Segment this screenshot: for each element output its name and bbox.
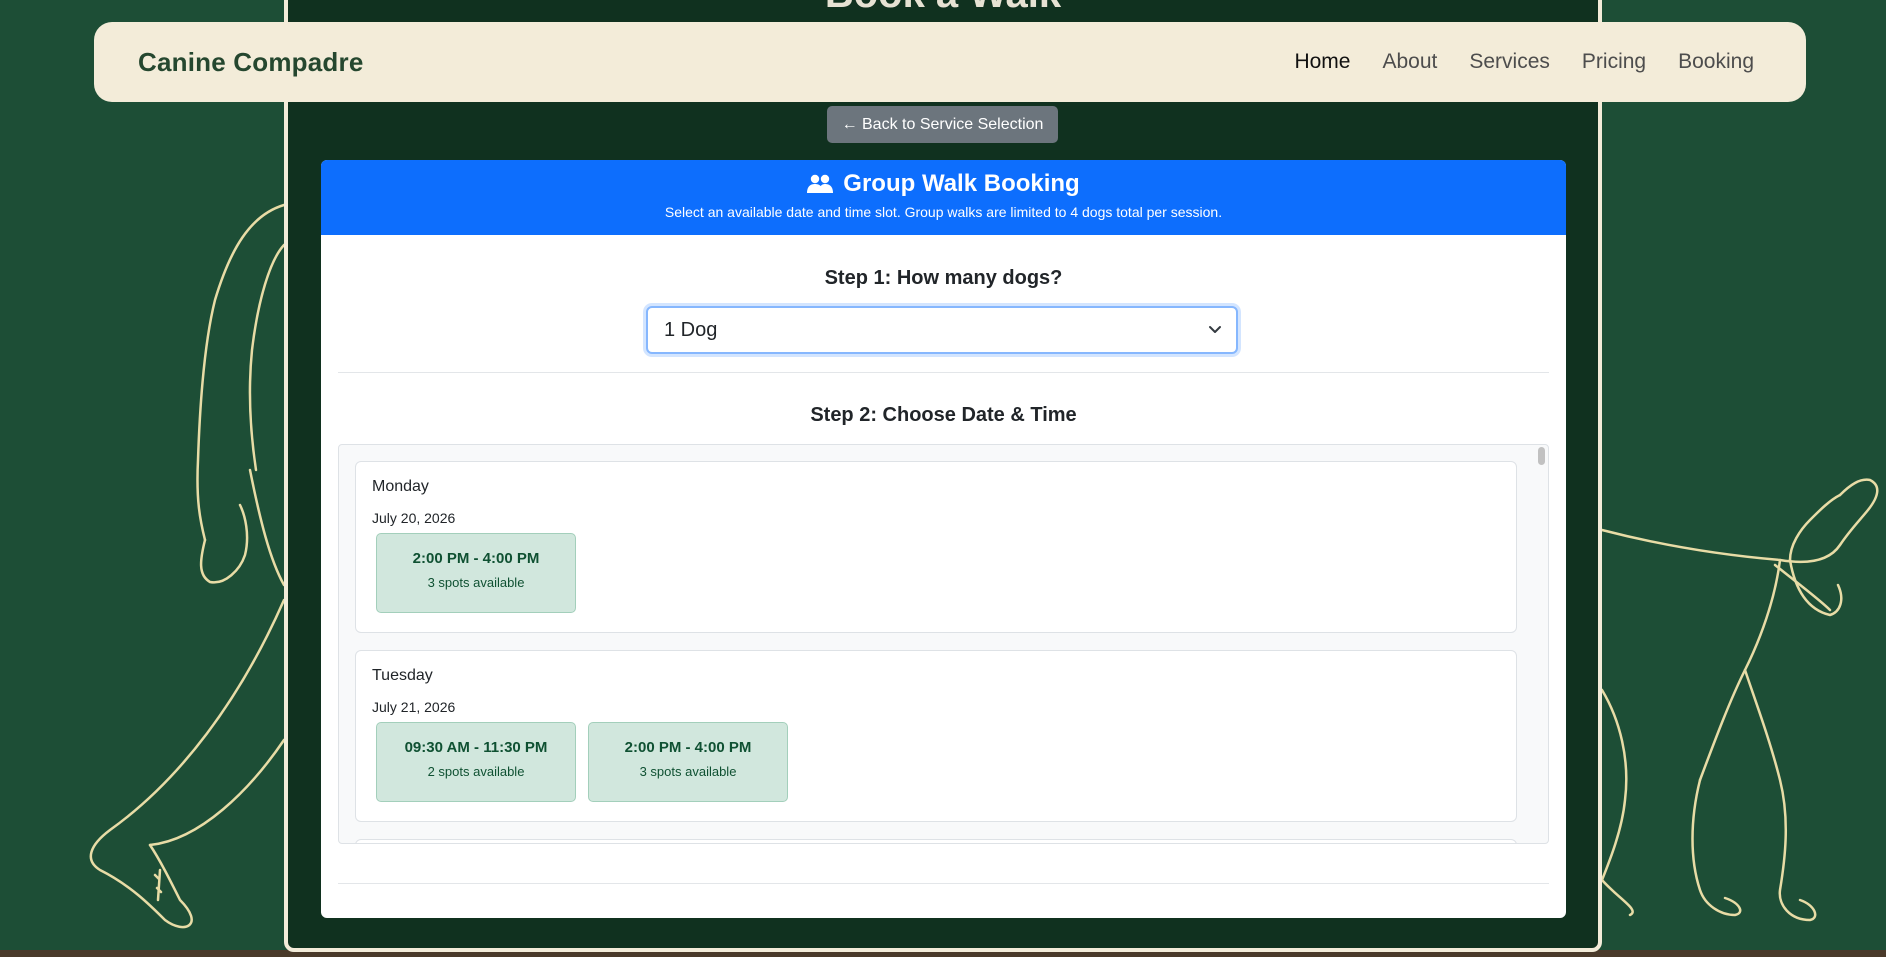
booking-card: Group Walk Booking Select an available d… — [321, 160, 1566, 918]
scrollbar[interactable] — [1535, 445, 1548, 843]
scrollbar-thumb[interactable] — [1538, 447, 1545, 465]
back-button-label: ← Back to Service Selection — [841, 115, 1044, 133]
dog-count-selected-value: 1 Dog — [664, 318, 718, 341]
chevron-down-icon — [1209, 326, 1221, 333]
day-card-tuesday: Tuesday July 21, 2026 09:30 AM - 11:30 P… — [355, 650, 1517, 822]
slot-time: 2:00 PM - 4:00 PM — [412, 550, 540, 567]
day-card-monday: Monday July 20, 2026 2:00 PM - 4:00 PM 3… — [355, 461, 1517, 633]
divider — [338, 372, 1549, 373]
time-slot[interactable]: 2:00 PM - 4:00 PM 3 spots available — [588, 722, 788, 802]
time-slot[interactable]: 09:30 AM - 11:30 PM 2 spots available — [376, 722, 576, 802]
dog-count-select[interactable]: 1 Dog — [646, 306, 1238, 354]
nav-home[interactable]: Home — [1294, 50, 1350, 74]
slot-availability: 3 spots available — [639, 764, 737, 779]
nav-about[interactable]: About — [1382, 50, 1437, 74]
time-slot-list[interactable]: Monday July 20, 2026 2:00 PM - 4:00 PM 3… — [338, 444, 1549, 844]
main-nav: Home About Services Pricing Booking — [1294, 50, 1754, 74]
booking-card-subtitle: Select an available date and time slot. … — [664, 204, 1223, 220]
nav-pricing[interactable]: Pricing — [1582, 50, 1646, 74]
page-heading: Book a Walk — [288, 0, 1598, 17]
slot-time: 09:30 AM - 11:30 PM — [404, 739, 548, 756]
time-slot[interactable]: 2:00 PM - 4:00 PM 3 spots available — [376, 533, 576, 613]
step1-title: Step 1: How many dogs? — [824, 267, 1063, 289]
day-card-next — [355, 839, 1517, 843]
day-name: Monday — [372, 478, 429, 495]
nav-booking[interactable]: Booking — [1678, 50, 1754, 74]
people-icon — [807, 174, 834, 193]
slot-availability: 2 spots available — [427, 764, 525, 779]
divider — [338, 883, 1549, 884]
navbar: Canine Compadre Home About Services Pric… — [94, 22, 1806, 102]
back-to-service-selection-button[interactable]: ← Back to Service Selection — [827, 106, 1058, 143]
booking-card-header: Group Walk Booking Select an available d… — [321, 160, 1566, 235]
nav-services[interactable]: Services — [1469, 50, 1550, 74]
brand-logo[interactable]: Canine Compadre — [138, 47, 364, 78]
day-name: Tuesday — [372, 667, 433, 684]
slot-availability: 3 spots available — [427, 575, 525, 590]
booking-card-title: Group Walk Booking — [843, 170, 1080, 197]
slot-time: 2:00 PM - 4:00 PM — [624, 739, 752, 756]
step2-title: Step 2: Choose Date & Time — [810, 404, 1077, 426]
day-date: July 20, 2026 — [372, 510, 456, 526]
day-date: July 21, 2026 — [372, 699, 456, 715]
